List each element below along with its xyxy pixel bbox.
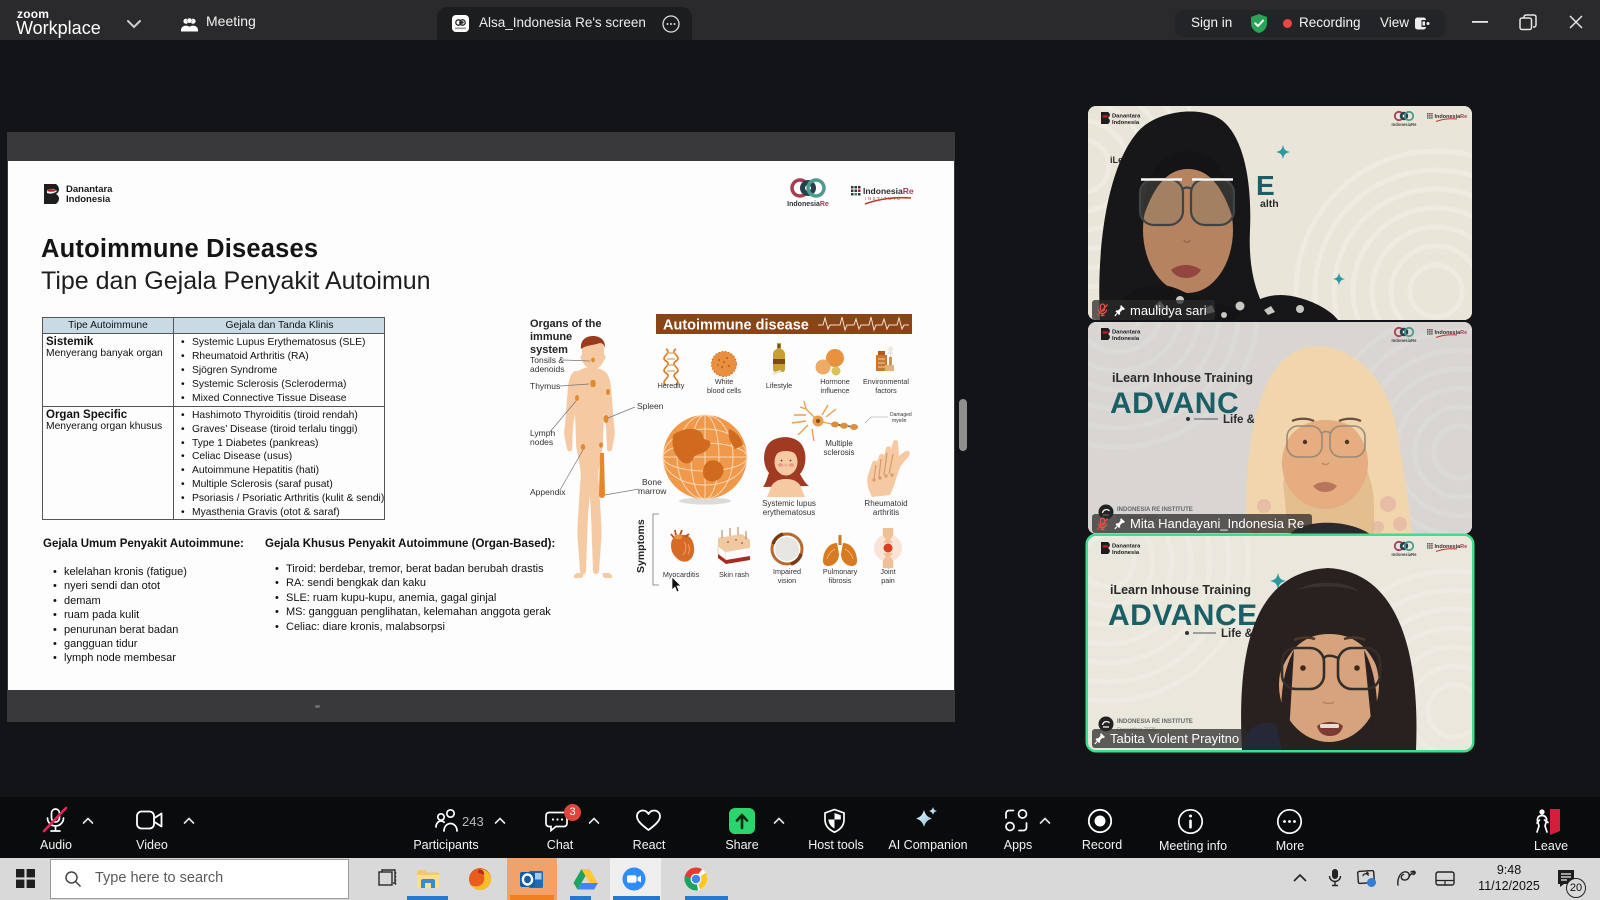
svg-text:INDONESIA RE INSTITUTE: INDONESIA RE INSTITUTE: [1117, 507, 1193, 513]
svg-text:adenoids: adenoids: [530, 364, 565, 374]
svg-text:iLearn Inhouse Training: iLearn Inhouse Training: [1112, 371, 1253, 385]
svg-text:ADVANC: ADVANC: [1110, 387, 1239, 420]
svg-text:IndonesiaRe: IndonesiaRe: [1392, 552, 1418, 557]
svg-text:arthritis: arthritis: [873, 508, 899, 517]
svg-text:Thymus: Thymus: [530, 381, 560, 391]
svg-text:INDONESIA RE INSTITUTE: INDONESIA RE INSTITUTE: [1117, 719, 1193, 725]
svg-text:Symptoms: Symptoms: [635, 519, 647, 573]
svg-text:E: E: [1256, 170, 1275, 201]
svg-text:Indonesia: Indonesia: [1112, 120, 1140, 126]
svg-text:Indonesia: Indonesia: [1112, 550, 1140, 556]
svg-text:IndonesiaRe: IndonesiaRe: [863, 186, 914, 196]
svg-text:White: White: [715, 377, 733, 386]
svg-text:Myocarditis: Myocarditis: [663, 570, 700, 579]
svg-text:Environmental: Environmental: [863, 377, 909, 386]
svg-text:IndonesiaRe: IndonesiaRe: [1392, 122, 1418, 127]
svg-text:Danantara: Danantara: [1112, 330, 1141, 336]
svg-text:Skin rash: Skin rash: [719, 570, 749, 579]
svg-text:Impaired: Impaired: [773, 567, 801, 576]
svg-text:iLearn Inhouse Training: iLearn Inhouse Training: [1110, 583, 1251, 597]
svg-text:erythematosus: erythematosus: [763, 508, 815, 517]
svg-text:Spleen: Spleen: [637, 401, 664, 411]
svg-text:factors: factors: [875, 386, 897, 395]
svg-text:Autoimmune disease: Autoimmune disease: [663, 318, 809, 334]
svg-text:influence: influence: [821, 386, 850, 395]
svg-text:Joint: Joint: [880, 567, 895, 576]
svg-text:Danantara: Danantara: [1112, 544, 1141, 550]
svg-text:Heredity: Heredity: [658, 381, 685, 390]
svg-text:Systemic lupus: Systemic lupus: [762, 499, 816, 508]
svg-text:Multiple: Multiple: [825, 439, 853, 448]
svg-text:IndonesiaRe: IndonesiaRe: [787, 201, 829, 208]
svg-text:marrow: marrow: [638, 486, 667, 496]
svg-text:Organs of the: Organs of the: [530, 318, 602, 330]
svg-text:sclerosis: sclerosis: [823, 448, 854, 457]
svg-text:Indonesia: Indonesia: [1112, 336, 1140, 342]
svg-text:nodes: nodes: [530, 437, 553, 447]
svg-text:myelin: myelin: [892, 418, 907, 424]
svg-text:Danantara: Danantara: [1112, 114, 1141, 120]
svg-text:pain: pain: [881, 576, 895, 585]
svg-text:fibrosis: fibrosis: [829, 576, 852, 585]
svg-text:blood cells: blood cells: [707, 386, 741, 395]
svg-text:IndonesiaRe: IndonesiaRe: [1392, 338, 1418, 343]
svg-text:alth: alth: [1260, 198, 1279, 210]
svg-text:Rheumatoid: Rheumatoid: [864, 499, 907, 508]
svg-text:Hormone: Hormone: [820, 377, 850, 386]
svg-text:immune: immune: [530, 331, 572, 343]
svg-text:Pulmonary: Pulmonary: [823, 567, 858, 576]
svg-text:vision: vision: [778, 576, 796, 585]
svg-text:Lifestyle: Lifestyle: [766, 381, 792, 390]
